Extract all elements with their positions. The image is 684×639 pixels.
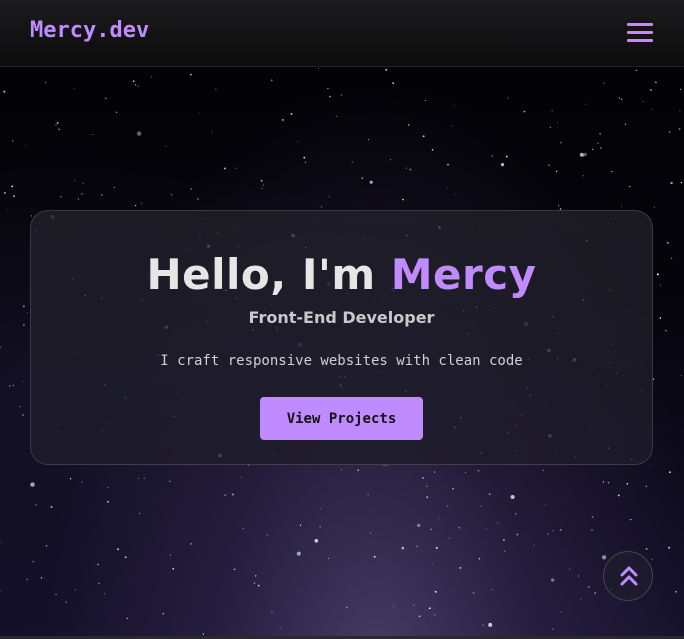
scroll-to-top-button[interactable]: [603, 551, 653, 601]
hero-tagline: I craft responsive websites with clean c…: [160, 353, 523, 369]
view-projects-button[interactable]: View Projects: [260, 397, 423, 440]
hero-card: Hello, I'm Mercy Front-End Developer I c…: [30, 210, 653, 465]
hero-name: Mercy: [390, 250, 537, 299]
hamburger-menu-icon[interactable]: [625, 20, 655, 46]
double-chevron-up-icon: [620, 566, 638, 586]
hero-title: Hello, I'm Mercy: [31, 249, 652, 301]
site-logo[interactable]: Mercy.dev: [30, 18, 149, 43]
navbar: Mercy.dev: [0, 0, 684, 67]
hero-subtitle: Front-End Developer: [248, 308, 435, 327]
hero-greeting: Hello, I'm: [146, 250, 376, 299]
